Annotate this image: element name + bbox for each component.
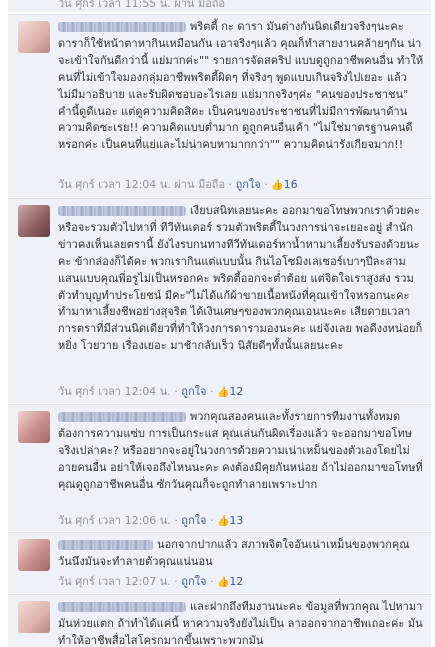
commenter-name-redacted[interactable] <box>58 206 186 216</box>
comment-text: พริตตี้ กะ ดารา มันต่างกันนิดเดียวจริงๆน… <box>58 20 424 152</box>
like-link[interactable]: ถูกใจ <box>181 575 206 588</box>
thumbs-up-icon: 👍 <box>216 387 230 398</box>
avatar[interactable] <box>18 601 50 633</box>
thumbs-up-icon: 👍 <box>216 577 230 588</box>
thumbs-up-icon: 👍 <box>271 180 284 191</box>
separator: · <box>209 514 214 527</box>
comment-meta: วัน ศุกร์ เวลา 11:55 น. ผ่าน มือถือ <box>58 0 225 11</box>
commenter-name-redacted[interactable] <box>58 22 186 32</box>
comment-meta: วัน ศุกร์ เวลา 12:04 น. · ถูกใจ · 👍12 <box>58 385 243 400</box>
separator: · <box>264 178 268 191</box>
like-count[interactable]: 👍13 <box>217 514 243 527</box>
comment-body: พริตตี้ กะ ดารา มันต่างกันนิดเดียวจริงๆน… <box>58 19 425 154</box>
commenter-name-redacted[interactable] <box>58 602 186 612</box>
like-link[interactable]: ถูกใจ <box>236 178 261 191</box>
like-link[interactable]: ถูกใจ <box>181 385 206 398</box>
comment-body: นอกจากปากแล้ว สภาพจิตใจอันเน่าเหม็นของพว… <box>58 537 425 571</box>
comment-timestamp: วัน ศุกร์ เวลา 12:04 น. ผ่าน มือถือ · <box>58 178 233 191</box>
avatar[interactable] <box>18 205 50 237</box>
avatar[interactable] <box>18 539 50 571</box>
like-count-value: 13 <box>229 514 244 527</box>
comment-item: พริตตี้ กะ ดารา มันต่างกันนิดเดียวจริงๆน… <box>8 14 431 197</box>
commenter-name-redacted[interactable] <box>58 540 153 550</box>
comment-body: พวกคุณสองคนและทั้งรายการทีมงานทั้งหมด ต้… <box>58 409 425 494</box>
like-count[interactable]: 👍12 <box>217 385 243 398</box>
comment-meta: วัน ศุกร์ เวลา 12:04 น. ผ่าน มือถือ · ถู… <box>58 178 298 193</box>
comment-meta: วัน ศุกร์ เวลา 12:06 น. · ถูกใจ · 👍13 <box>58 514 243 529</box>
like-count-value: 12 <box>229 575 244 588</box>
thumbs-up-icon: 👍 <box>216 516 230 527</box>
like-link[interactable]: ถูกใจ <box>181 514 206 527</box>
comment-body: เงียบสนิทเลยนะคะ ออกมาขอโทษพวกเราด้วยคะ … <box>58 203 425 355</box>
comment-meta: วัน ศุกร์ เวลา 12:07 น. · ถูกใจ · 👍12 <box>58 575 243 590</box>
avatar[interactable] <box>18 21 50 53</box>
comment-text: พวกคุณสองคนและทั้งรายการทีมงานทั้งหมด ต้… <box>58 410 423 491</box>
separator: · <box>209 575 214 588</box>
comment-item: วัน ศุกร์ เวลา 11:55 น. ผ่าน มือถือ <box>8 0 431 12</box>
comment-item: นอกจากปากแล้ว สภาพจิตใจอันเน่าเหม็นของพว… <box>8 532 431 593</box>
like-count-value: 12 <box>229 385 244 398</box>
like-count-value: 16 <box>283 178 298 191</box>
comment-body: และฝากถึงทีมงานนะคะ ข้อมูลที่พวกคุณ ไปหา… <box>58 599 425 647</box>
comment-timestamp: วัน ศุกร์ เวลา 12:06 น. · <box>58 514 178 527</box>
comment-timestamp: วัน ศุกร์ เวลา 11:55 น. ผ่าน มือถือ <box>58 0 226 10</box>
avatar[interactable] <box>18 411 50 443</box>
comment-item: พวกคุณสองคนและทั้งรายการทีมงานทั้งหมด ต้… <box>8 404 431 531</box>
like-count[interactable]: 👍16 <box>271 178 297 191</box>
commenter-name-redacted[interactable] <box>58 412 186 422</box>
comment-item: และฝากถึงทีมงานนะคะ ข้อมูลที่พวกคุณ ไปหา… <box>8 594 431 647</box>
comment-item: เงียบสนิทเลยนะคะ ออกมาขอโทษพวกเราด้วยคะ … <box>8 198 431 403</box>
like-count[interactable]: 👍12 <box>217 575 243 588</box>
separator: · <box>209 385 214 398</box>
comment-feed: วัน ศุกร์ เวลา 11:55 น. ผ่าน มือถือ พริต… <box>0 0 435 647</box>
comment-timestamp: วัน ศุกร์ เวลา 12:04 น. · <box>58 385 178 398</box>
comment-timestamp: วัน ศุกร์ เวลา 12:07 น. · <box>58 575 178 588</box>
comment-text: เงียบสนิทเลยนะคะ ออกมาขอโทษพวกเราด้วยคะ … <box>58 204 423 353</box>
